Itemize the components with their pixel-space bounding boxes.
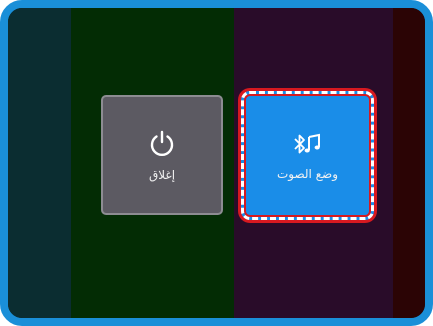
sound-mode-label: وضع الصوت (276, 166, 339, 181)
power-off-label: إغلاق (148, 168, 176, 182)
background-band (393, 8, 425, 318)
sound-mode-button[interactable]: وضع الصوت (241, 91, 374, 220)
tv-screen: إغلاق وضع الصوت (0, 0, 433, 326)
background-band (8, 8, 71, 318)
bluetooth-music-icon (291, 131, 325, 157)
power-off-button[interactable]: إغلاق (101, 95, 223, 215)
power-icon (147, 128, 177, 158)
